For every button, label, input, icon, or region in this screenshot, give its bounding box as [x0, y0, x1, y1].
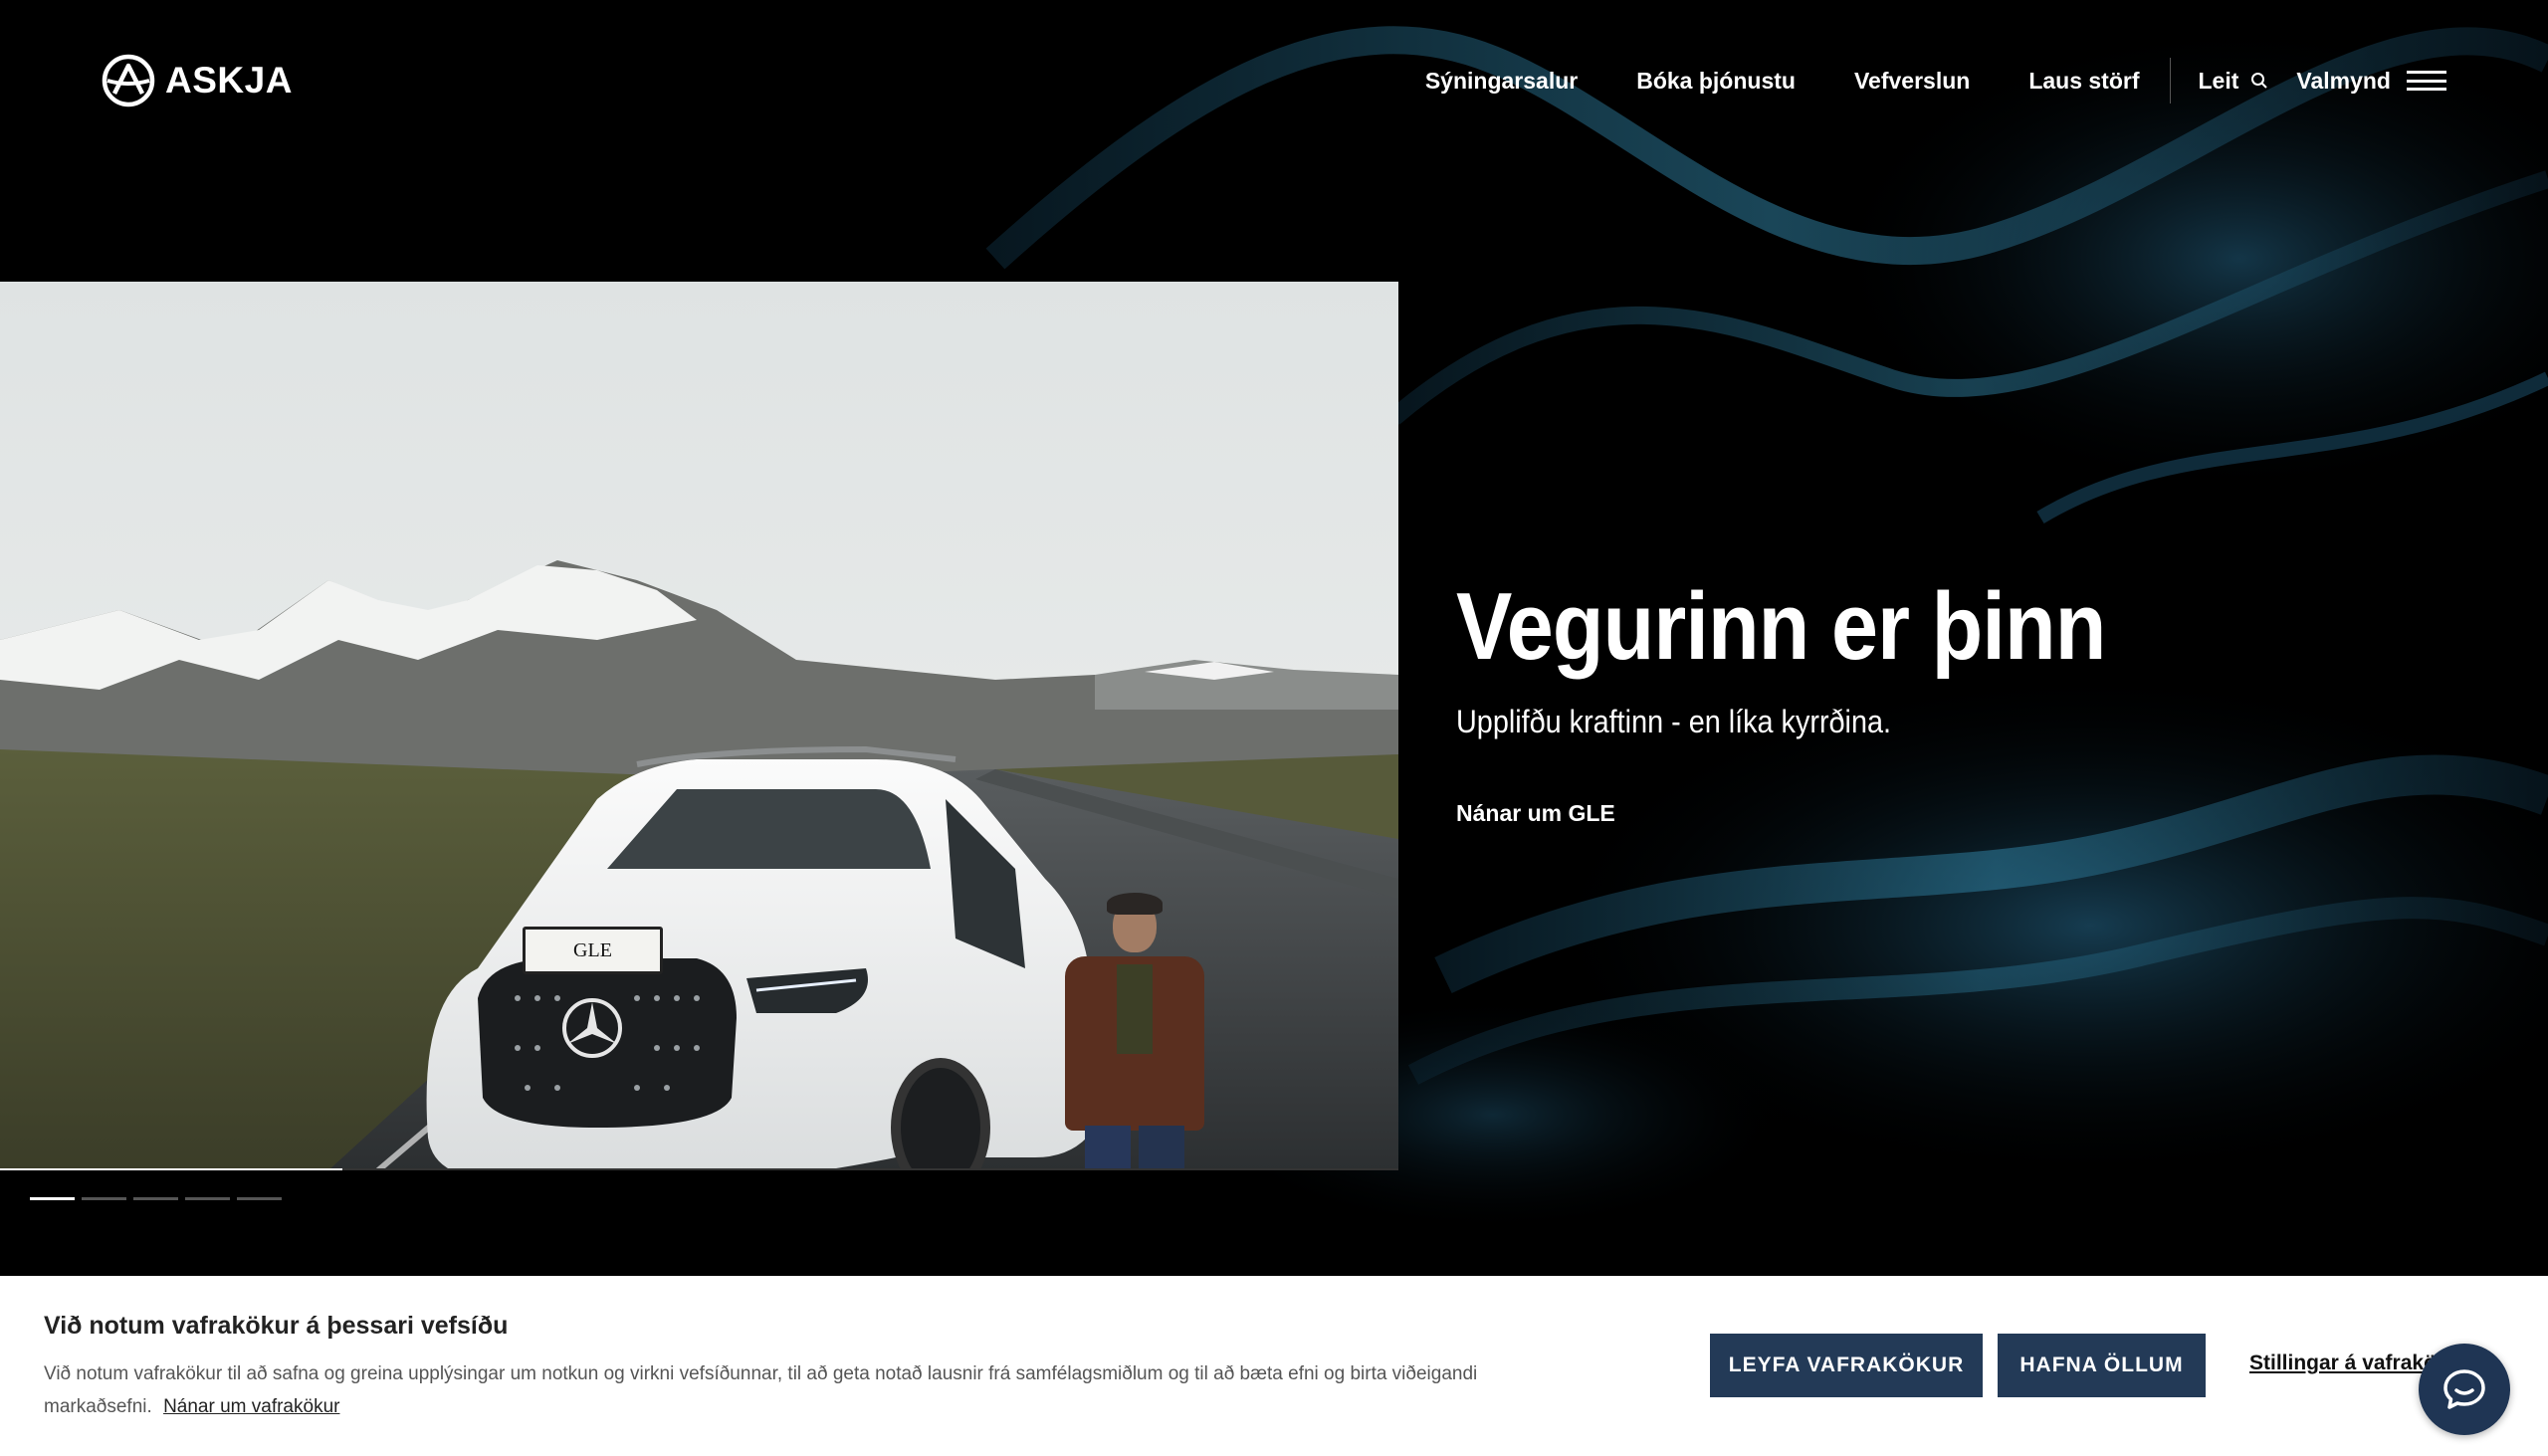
- search-icon: [2251, 73, 2268, 89]
- nav-item-boka-thjonustu[interactable]: Bóka þjónustu: [1636, 68, 1796, 95]
- nav-divider: [2169, 58, 2171, 104]
- cookie-more-info-link[interactable]: Nánar um vafrakökur: [163, 1396, 339, 1417]
- cookie-banner-text: Við notum vafrakökur til að safna og gre…: [44, 1357, 1557, 1423]
- slide-dot-5[interactable]: [237, 1197, 282, 1200]
- slide-progress-fill: [0, 1168, 342, 1170]
- slide-dot-4[interactable]: [185, 1197, 230, 1200]
- cookie-banner-title: Við notum vafrakökur á þessari vefsíðu: [44, 1312, 509, 1340]
- hamburger-icon: [2407, 71, 2446, 91]
- hero-subtitle: Upplifðu kraftinn - en líka kyrrðina.: [1456, 704, 1891, 739]
- nav-item-laus-storf[interactable]: Laus störf: [2028, 68, 2139, 95]
- reject-all-button[interactable]: HAFNA ÖLLUM: [1998, 1334, 2206, 1397]
- slide-dot-3[interactable]: [133, 1197, 178, 1200]
- chat-button[interactable]: [2419, 1344, 2510, 1435]
- slide-pagination: [30, 1197, 282, 1200]
- main-nav: Sýningarsalur Bóka þjónustu Vefverslun L…: [1425, 52, 2548, 109]
- search-label: Leit: [2198, 67, 2239, 94]
- person-figure: [1055, 893, 1214, 1170]
- hero-title: Vegurinn er þinn: [1456, 573, 2106, 680]
- slide-dot-1[interactable]: [30, 1197, 75, 1200]
- slide-progress-bar: [0, 1168, 1398, 1170]
- hero-text-block: Vegurinn er þinn Upplifðu kraftinn - en …: [1456, 572, 2451, 827]
- nav-item-vefverslun[interactable]: Vefverslun: [1854, 68, 1970, 95]
- license-plate: GLE: [523, 927, 663, 974]
- search-button[interactable]: Leit: [2199, 68, 2269, 95]
- logo-text: ASKJA: [165, 60, 293, 101]
- menu-button[interactable]: Valmynd: [2296, 68, 2446, 95]
- askja-logo[interactable]: ASKJA: [102, 52, 293, 109]
- hero-image[interactable]: GLE: [0, 282, 1398, 1170]
- askja-logo-icon: [102, 54, 155, 107]
- chat-bubble-icon: [2443, 1369, 2485, 1409]
- nav-item-syningarsalur[interactable]: Sýningarsalur: [1425, 68, 1578, 95]
- site-header: ASKJA Sýningarsalur Bóka þjónustu Vefver…: [0, 0, 2548, 164]
- menu-label: Valmynd: [2296, 67, 2391, 94]
- cookie-banner: Við notum vafrakökur á þessari vefsíðu V…: [0, 1276, 2548, 1456]
- slide-dot-2[interactable]: [82, 1197, 126, 1200]
- allow-cookies-button[interactable]: LEYFA VAFRAKÖKUR: [1710, 1334, 1983, 1397]
- license-plate-text: GLE: [573, 938, 612, 961]
- hero-cta-link[interactable]: Nánar um GLE: [1456, 800, 1615, 827]
